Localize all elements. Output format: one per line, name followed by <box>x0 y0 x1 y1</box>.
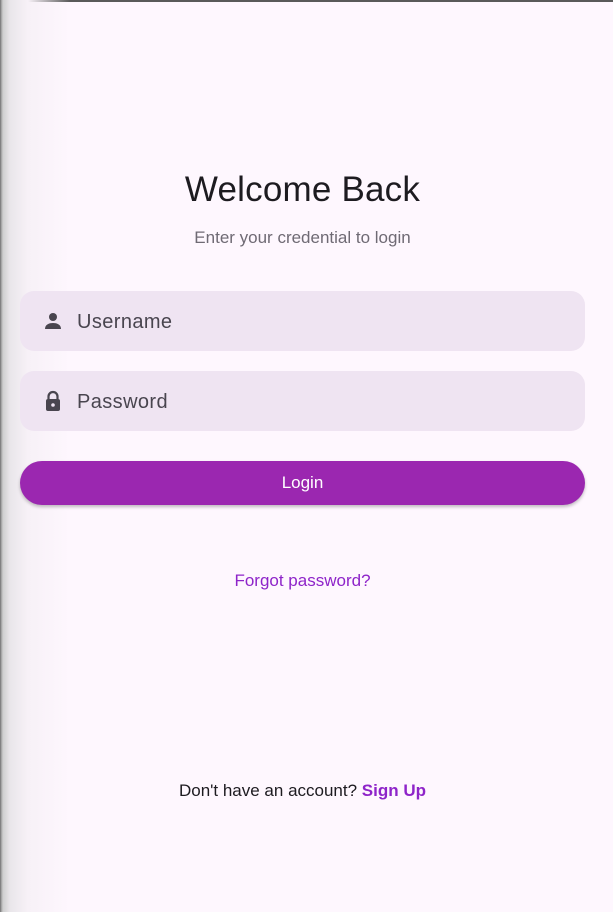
person-icon <box>41 309 65 333</box>
signup-row: Don't have an account? Sign Up <box>0 781 605 801</box>
page-subtitle: Enter your credential to login <box>194 228 411 247</box>
page-title: Welcome Back <box>184 170 421 209</box>
username-field[interactable] <box>20 291 585 353</box>
login-screen: Welcome Back Enter your credential to lo… <box>0 0 613 912</box>
username-input[interactable] <box>75 291 569 353</box>
signup-prompt: Don't have an account? <box>178 781 358 800</box>
forgot-password-row: Forgot password? <box>0 571 605 591</box>
signup-link[interactable]: Sign Up <box>362 781 426 800</box>
forgot-password-link[interactable]: Forgot password? <box>234 571 370 590</box>
lock-icon <box>41 389 65 413</box>
password-input[interactable] <box>75 371 569 433</box>
login-button[interactable]: Login <box>20 461 585 505</box>
password-field[interactable] <box>20 371 585 433</box>
